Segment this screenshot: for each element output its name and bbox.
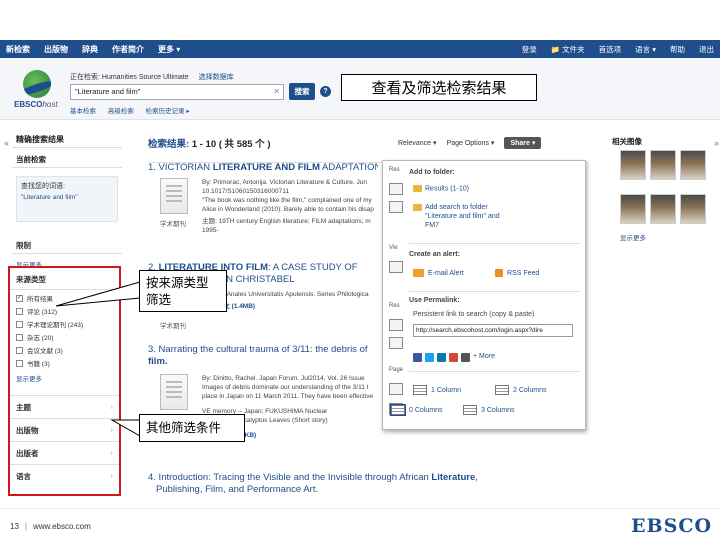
footer-url: www.ebsco.com <box>32 522 91 531</box>
page-number: 13 <box>10 522 19 531</box>
callout-text: 筛选 <box>146 292 172 307</box>
footer-divider <box>0 508 720 509</box>
callout-text: 按来源类型 <box>146 275 209 290</box>
callout-other-filters: 其他筛选条件 <box>139 414 245 442</box>
callout-source-type: 按来源类型 筛选 <box>139 270 227 312</box>
callout-pointer-other <box>110 419 141 437</box>
callout-pointers <box>55 281 141 437</box>
footer-separator: | <box>24 522 27 531</box>
callout-pointer-source <box>55 281 141 307</box>
slide-footer: 13 | www.ebsco.com <box>10 522 91 531</box>
ebsco-brand-logo: EBSCO <box>631 515 712 537</box>
